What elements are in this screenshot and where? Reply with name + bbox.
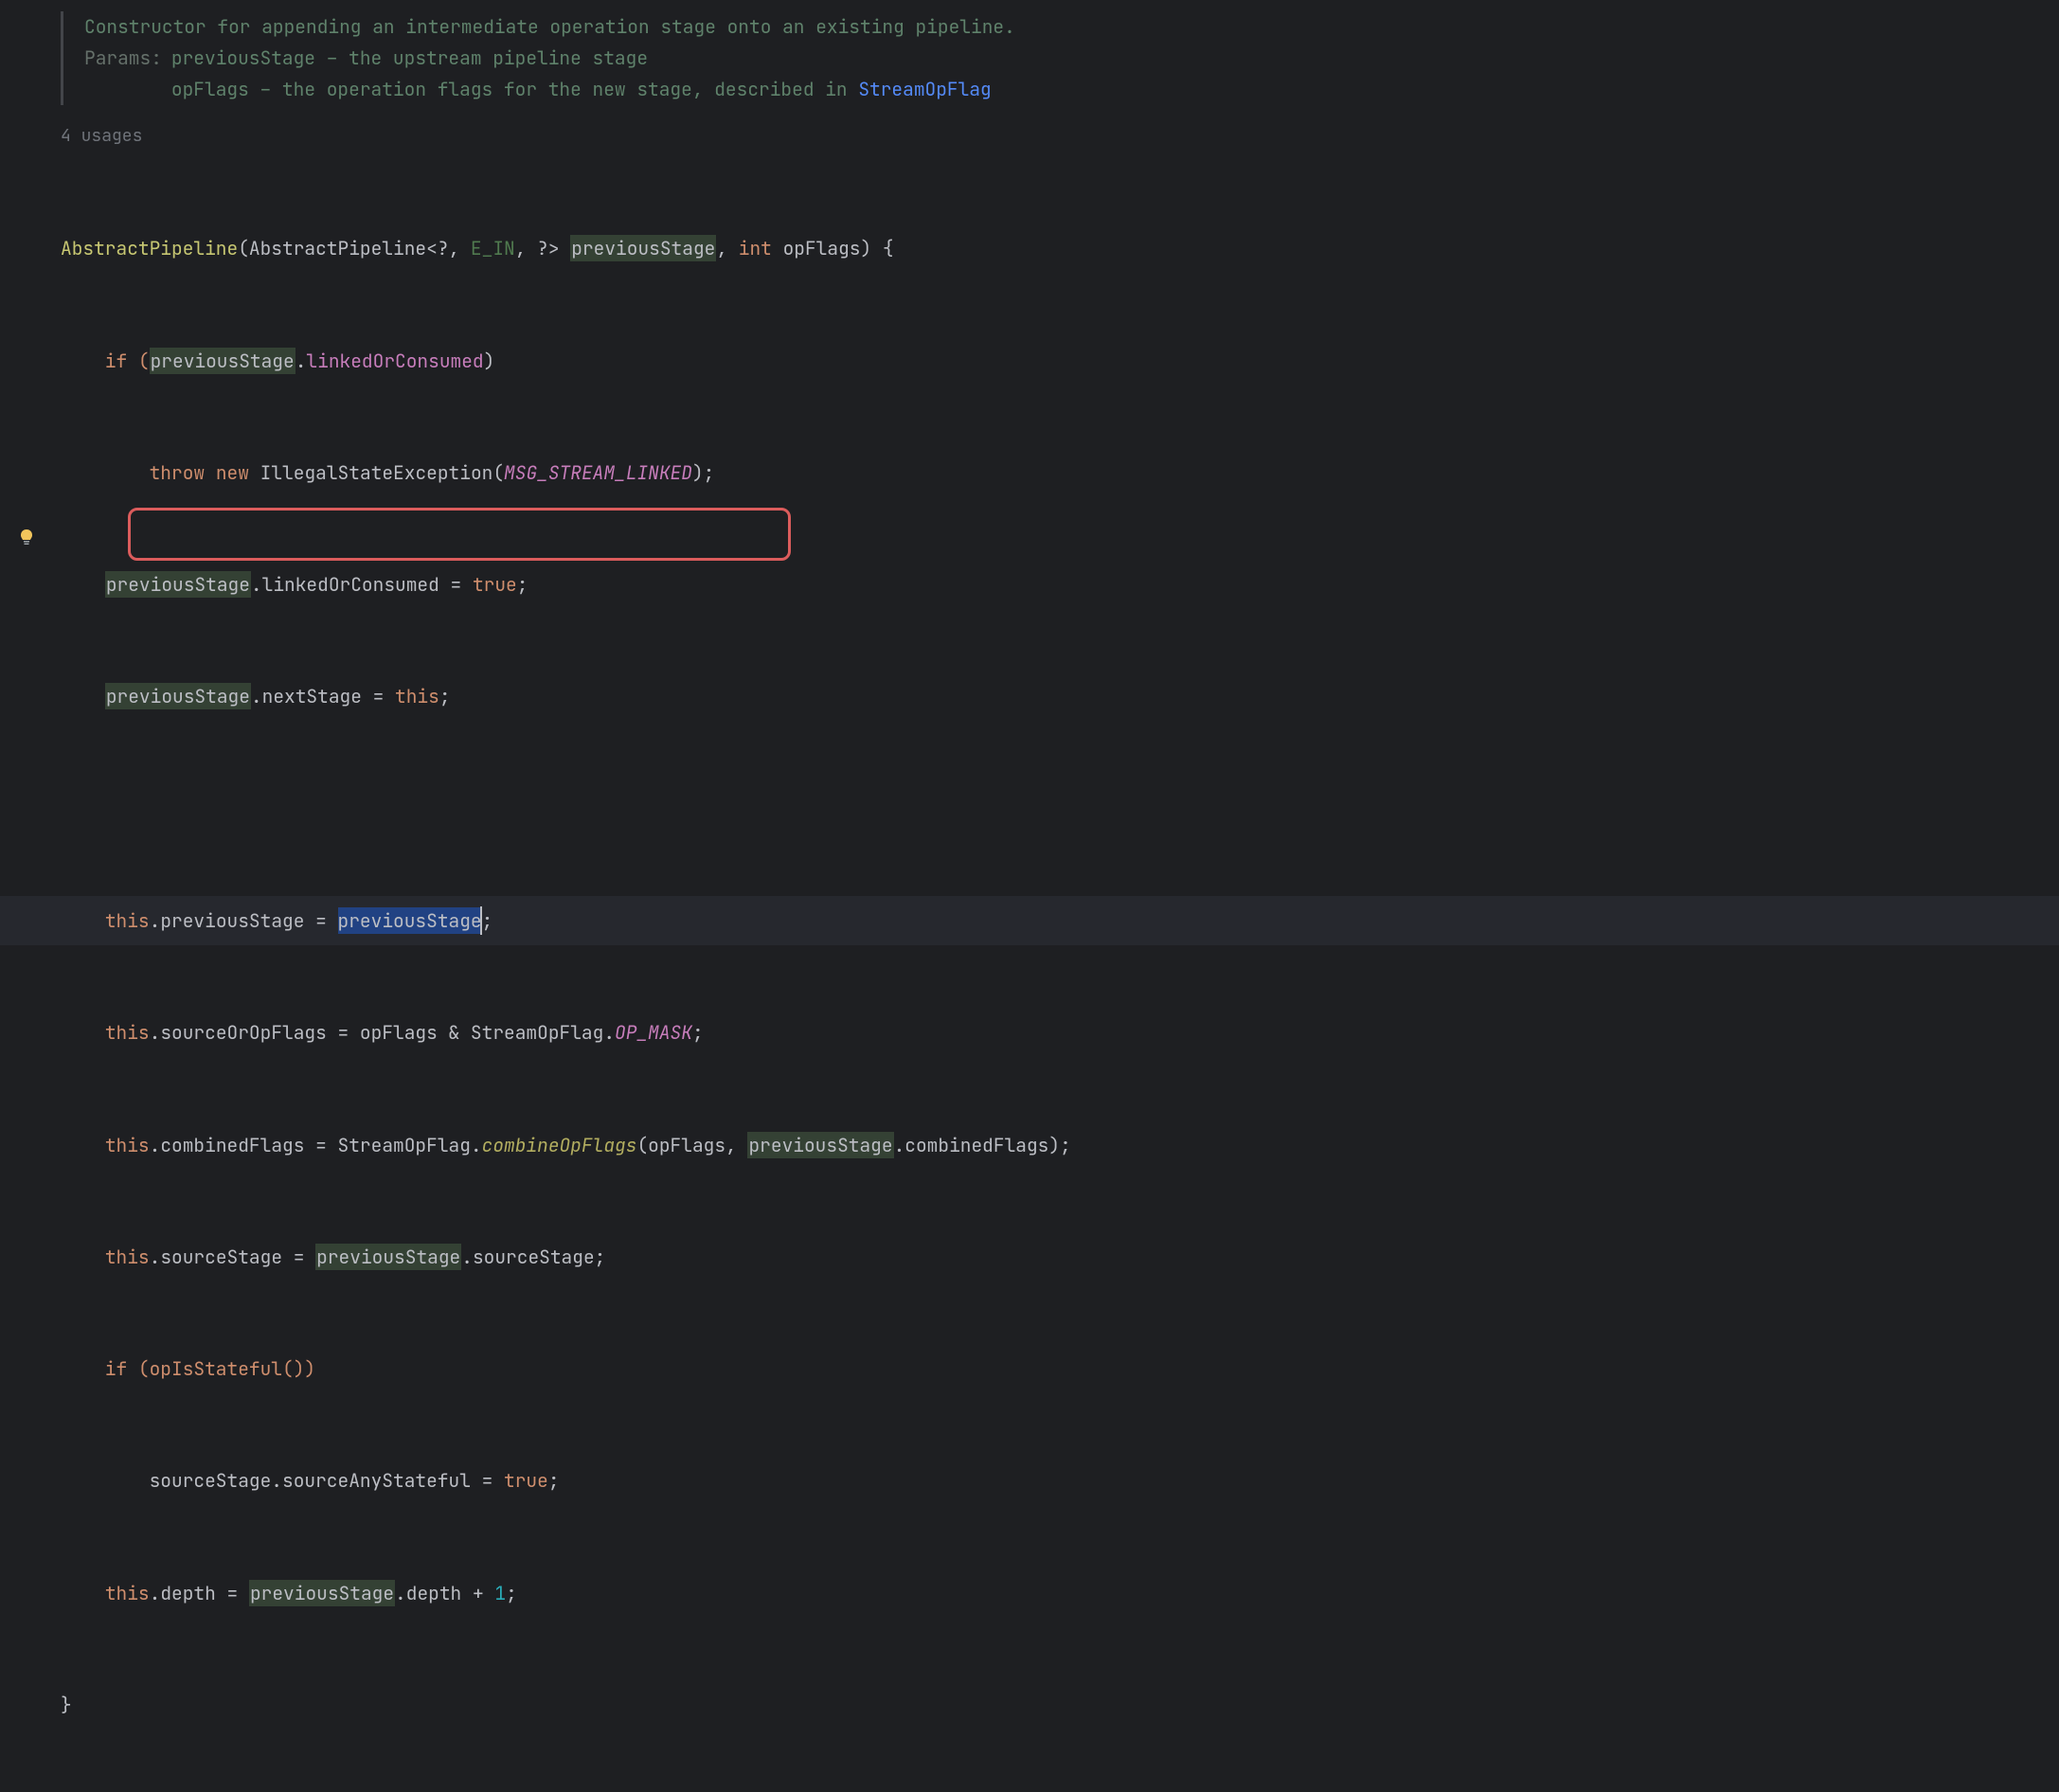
constructor-name: AbstractPipeline	[61, 236, 238, 260]
javadoc-params-label: Params:	[84, 43, 162, 74]
javadoc-link[interactable]: StreamOpFlag	[858, 77, 991, 101]
code-line[interactable]: sourceStage.sourceAnyStateful = true;	[61, 1456, 2059, 1505]
code-line[interactable]	[61, 784, 2059, 833]
code-line[interactable]: }	[61, 1680, 2059, 1729]
code-body[interactable]: AbstractPipeline(AbstractPipeline<?, E_I…	[61, 161, 2059, 1792]
code-line[interactable]: this.depth = previousStage.depth + 1;	[61, 1568, 2059, 1618]
param-previousStage: previousStage	[570, 235, 716, 261]
code-line[interactable]: throw new IllegalStateException(MSG_STRE…	[61, 448, 2059, 497]
intention-bulb-icon[interactable]	[17, 525, 36, 544]
code-line[interactable]: this.sourceOrOpFlags = opFlags & StreamO…	[61, 1008, 2059, 1057]
javadoc-param-text: – the operation flags for the new stage,…	[249, 77, 859, 101]
javadoc-param-text: – the upstream pipeline stage	[315, 45, 648, 70]
code-line[interactable]: previousStage.linkedOrConsumed = true;	[61, 560, 2059, 609]
code-line[interactable]: this.sourceStage = previousStage.sourceS…	[61, 1232, 2059, 1281]
javadoc-param-name: previousStage	[171, 45, 315, 70]
selection: previousStage	[338, 907, 482, 934]
javadoc-param-name: opFlags	[171, 77, 249, 101]
param-opFlags: opFlags	[783, 236, 861, 260]
code-line[interactable]: AbstractPipeline(AbstractPipeline<?, E_I…	[61, 224, 2059, 273]
code-line[interactable]: if (opIsStateful())	[61, 1344, 2059, 1393]
caret	[480, 906, 482, 935]
javadoc-param-line: previousStage – the upstream pipeline st…	[171, 43, 992, 74]
code-line[interactable]: if (previousStage.linkedOrConsumed)	[61, 336, 2059, 385]
usages-hint[interactable]: 4 usages	[61, 122, 2059, 152]
javadoc-summary: Constructor for appending an intermediat…	[84, 11, 2059, 43]
editor-gutter	[0, 0, 47, 902]
code-editor[interactable]: Constructor for appending an intermediat…	[57, 0, 2059, 1792]
code-line[interactable]: this.combinedFlags = StreamOpFlag.combin…	[61, 1120, 2059, 1170]
code-line[interactable]: previousStage.nextStage = this;	[61, 672, 2059, 721]
javadoc-block: Constructor for appending an intermediat…	[61, 11, 2059, 105]
javadoc-param-line: opFlags – the operation flags for the ne…	[171, 74, 992, 105]
code-line-current[interactable]: this.previousStage = previousStage;	[61, 896, 2059, 945]
